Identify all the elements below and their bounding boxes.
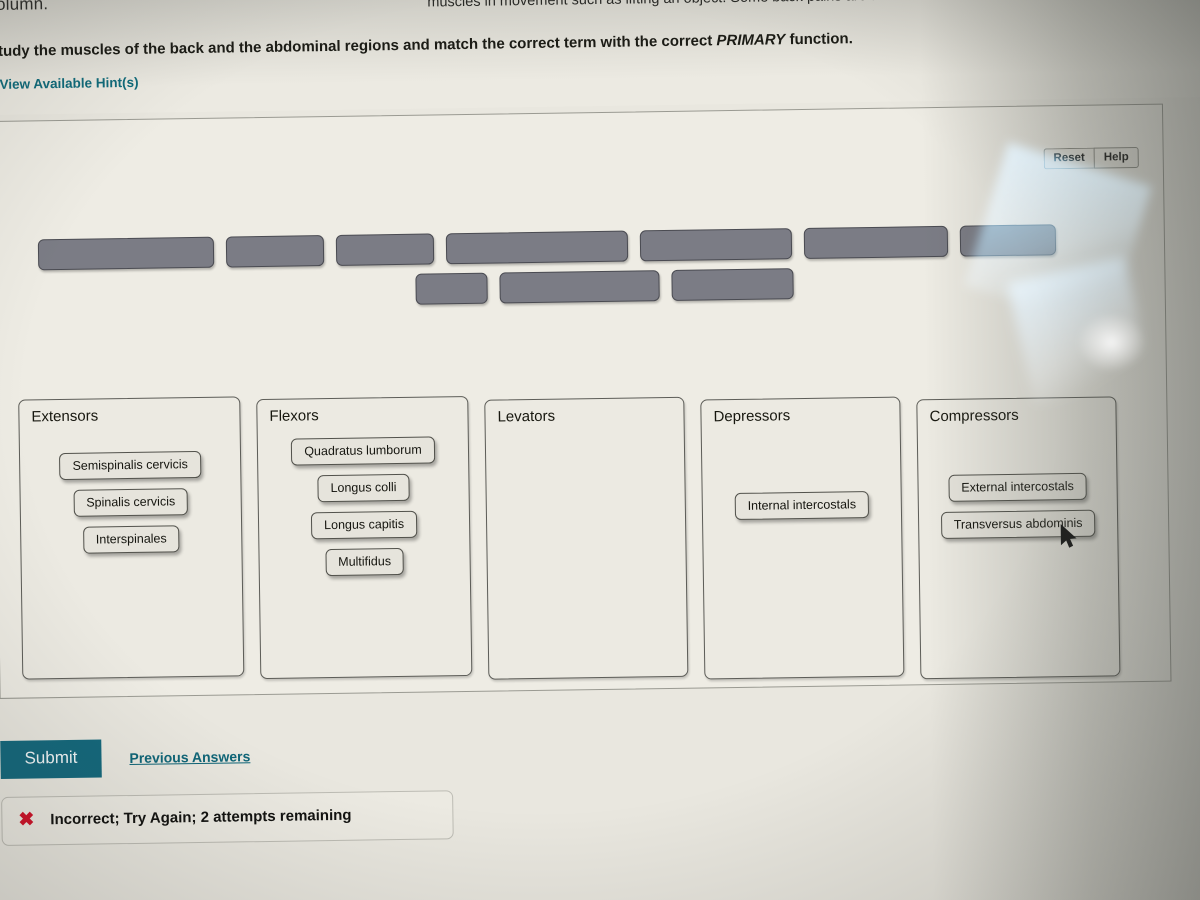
empty-term-slot[interactable] <box>415 272 488 305</box>
term-bank <box>37 223 1134 319</box>
category-column-extensors[interactable]: Extensors Semispinalis cervicis Spinalis… <box>18 396 245 680</box>
view-hints-row[interactable]: View Available Hint(s) <box>0 75 139 92</box>
application-screen: column. muscles in movement such as lift… <box>0 0 1200 900</box>
empty-term-slot[interactable] <box>803 225 949 259</box>
empty-term-slot[interactable] <box>959 224 1057 257</box>
category-dropzone[interactable]: Semispinalis cervicis Spinalis cervicis … <box>20 436 242 554</box>
action-row: Submit Previous Answers <box>0 732 600 779</box>
category-columns: Extensors Semispinalis cervicis Spinalis… <box>18 383 1152 693</box>
term-chip[interactable]: Longus colli <box>317 473 410 503</box>
submit-button[interactable]: Submit <box>0 739 102 779</box>
prompt-emphasis: PRIMARY <box>716 31 786 50</box>
category-column-flexors[interactable]: Flexors Quadratus lumborum Longus colli … <box>256 395 473 680</box>
screen-photo: column. muscles in movement such as lift… <box>0 0 1200 900</box>
question-header: column. muscles in movement such as lift… <box>0 0 1200 116</box>
answer-actions: Submit Previous Answers ✖ Incorrect; Try… <box>0 732 601 846</box>
question-prompt: Study the muscles of the back and the ab… <box>0 30 853 60</box>
category-title: Flexors <box>269 407 319 425</box>
category-dropzone[interactable]: Quadratus lumborum Longus colli Longus c… <box>258 436 470 577</box>
empty-term-slot[interactable] <box>37 236 215 271</box>
category-title: Compressors <box>929 406 1019 426</box>
category-dropzone[interactable] <box>486 437 684 440</box>
activity-panel: Reset Help Extensors Semispinalis cervic… <box>0 103 1172 699</box>
empty-term-slot[interactable] <box>335 233 435 266</box>
empty-term-slot[interactable] <box>671 268 794 301</box>
empty-term-slot[interactable] <box>225 235 325 268</box>
empty-term-slot[interactable] <box>445 230 629 265</box>
term-chip[interactable]: Semispinalis cervicis <box>59 450 202 481</box>
term-chip[interactable]: Multifidus <box>325 547 405 577</box>
category-title: Extensors <box>31 407 99 426</box>
category-dropzone[interactable]: Internal intercostals <box>702 437 901 521</box>
term-chip[interactable]: Internal intercostals <box>734 491 870 521</box>
x-mark-icon: ✖ <box>18 809 35 831</box>
empty-term-slot[interactable] <box>499 270 660 304</box>
feedback-banner: ✖ Incorrect; Try Again; 2 attempts remai… <box>1 790 454 846</box>
term-chip[interactable]: External intercostals <box>948 472 1088 502</box>
help-button[interactable]: Help <box>1093 146 1139 169</box>
intro-paragraph: muscles in movement such as lifting an o… <box>427 0 1071 11</box>
term-chip[interactable]: Transversus abdominis <box>940 509 1096 539</box>
empty-term-slot[interactable] <box>639 228 793 262</box>
term-bank-row <box>37 223 1133 271</box>
category-dropzone[interactable]: External intercostals Transversus abdomi… <box>918 436 1117 539</box>
term-chip[interactable]: Interspinales <box>82 525 180 554</box>
category-column-depressors[interactable]: Depressors Internal intercostals <box>700 396 905 680</box>
prompt-text-before: Study the muscles of the back and the ab… <box>0 32 717 61</box>
view-available-hints-link[interactable]: View Available Hint(s) <box>0 75 139 92</box>
panel-toolbar: Reset Help <box>1043 146 1139 170</box>
feedback-text: Incorrect; Try Again; 2 attempts remaini… <box>50 806 352 829</box>
category-column-compressors[interactable]: Compressors External intercostals Transv… <box>916 396 1121 680</box>
category-title: Depressors <box>713 407 791 426</box>
prompt-text-after: function. <box>785 30 853 49</box>
cut-off-text: column. <box>0 0 49 15</box>
term-chip[interactable]: Quadratus lumborum <box>291 436 435 466</box>
term-chip[interactable]: Longus capitis <box>310 510 418 540</box>
term-chip[interactable]: Spinalis cervicis <box>73 488 189 517</box>
reset-button[interactable]: Reset <box>1043 147 1094 170</box>
category-title: Levators <box>497 407 556 426</box>
category-column-levators[interactable]: Levators <box>484 396 689 680</box>
previous-answers-link[interactable]: Previous Answers <box>129 748 250 766</box>
term-bank-row <box>38 263 1133 310</box>
